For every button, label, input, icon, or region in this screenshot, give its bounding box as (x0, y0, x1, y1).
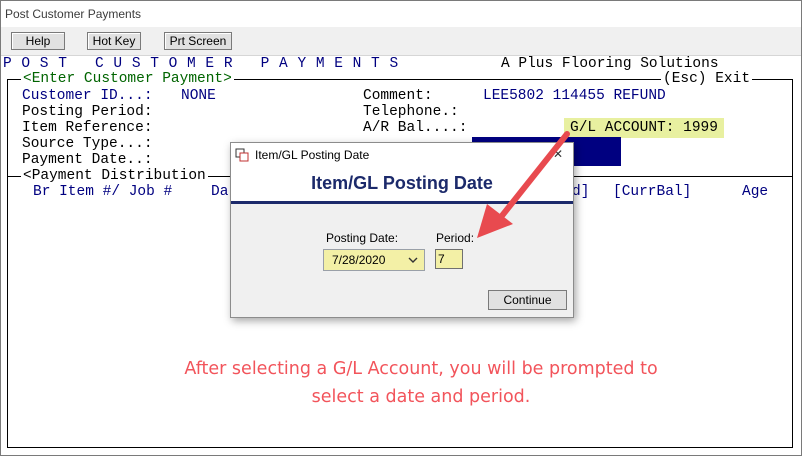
col-da: Da (211, 184, 229, 200)
posting-date-label: Posting Date: (326, 231, 399, 245)
period-label: Period: (436, 231, 475, 245)
company-name: A Plus Flooring Solutions (501, 56, 719, 72)
distribution-label: <Payment Distribution (21, 168, 208, 184)
gl-account-highlight: G/L ACCOUNT: 1999 (564, 118, 724, 138)
window-titlebar: Post Customer Payments (1, 1, 801, 27)
frame-label: <Enter Customer Payment> (21, 71, 234, 87)
payment-date-label: Payment Date..: (22, 152, 153, 168)
period-input[interactable]: 7 (435, 249, 463, 269)
annotation-text: After selecting a G/L Account, you will … (131, 355, 711, 411)
chevron-down-icon (408, 257, 418, 263)
col-br-item: Br Item #/ Job # (33, 184, 173, 200)
annotation-line1: After selecting a G/L Account, you will … (184, 359, 658, 379)
posting-date-value: 7/28/2020 (332, 253, 386, 267)
posting-date-dropdown[interactable]: 7/28/2020 (323, 249, 425, 271)
app-icon (235, 148, 249, 162)
col-currbal: [CurrBal] (613, 184, 692, 200)
hotkey-button[interactable]: Hot Key (87, 32, 141, 50)
screen-heading: P O S T C U S T O M E R P A Y M E N T S (3, 56, 399, 72)
dialog-title: Item/GL Posting Date (255, 148, 370, 162)
help-button[interactable]: Help (11, 32, 65, 50)
period-value: 7 (438, 252, 445, 266)
annotation-arrow (477, 131, 570, 238)
item-reference-label: Item Reference: (22, 120, 153, 136)
telephone-label: Telephone.: (363, 104, 459, 120)
continue-button[interactable]: Continue (488, 290, 567, 310)
posting-period-label: Posting Period: (22, 104, 153, 120)
prtscreen-button[interactable]: Prt Screen (164, 32, 232, 50)
exit-label[interactable]: (Esc) Exit (661, 71, 753, 87)
toolbar: Help Hot Key Prt Screen (1, 27, 801, 56)
app-window: Post Customer Payments Help Hot Key Prt … (0, 0, 802, 456)
customer-id-value[interactable]: NONE (181, 88, 216, 104)
ar-bal-label: A/R Bal....: (363, 120, 468, 136)
annotation-line2: select a date and period. (311, 387, 531, 407)
comment-label: Comment: (363, 88, 433, 104)
window-title: Post Customer Payments (5, 7, 142, 21)
source-type-label: Source Type...: (22, 136, 153, 152)
customer-id-label: Customer ID...: (22, 88, 153, 104)
col-age: Age (742, 184, 769, 200)
comment-value[interactable]: LEE5802 114455 REFUND (483, 88, 666, 104)
